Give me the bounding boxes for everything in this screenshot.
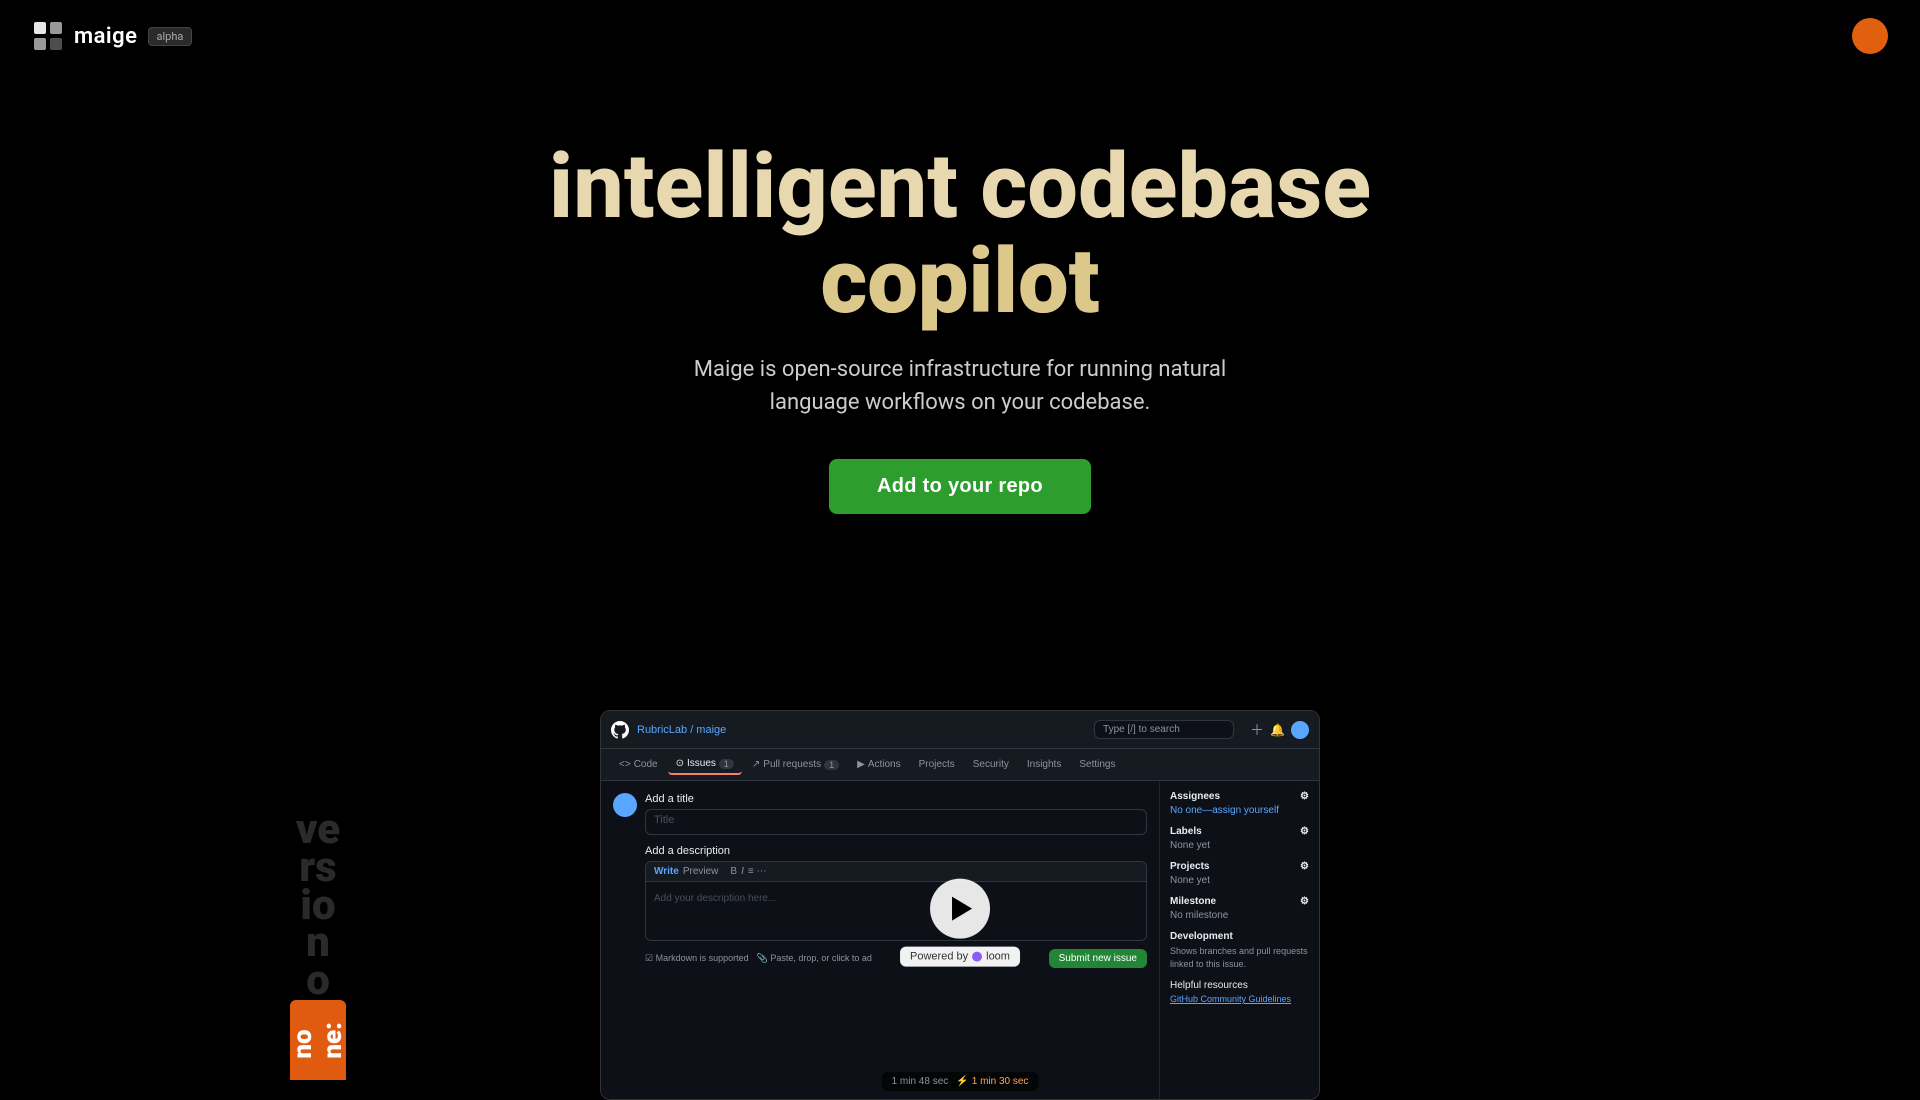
logo-text: maige — [74, 24, 138, 49]
logo-area: maige alpha — [32, 20, 192, 52]
gh-add-description-label: Add a description — [645, 845, 1147, 857]
timer2-fast: ⚡ 1 min 30 sec — [956, 1076, 1028, 1087]
gh-tab-pullrequests[interactable]: ↗ Pull requests 1 — [744, 755, 847, 774]
hero-title: intelligent codebase copilot — [549, 140, 1371, 329]
gh-paste-note: 📎 Paste, drop, or click to ad — [757, 953, 872, 964]
gh-bottom-bar: ☑ Markdown is supported 📎 Paste, drop, o… — [645, 945, 1147, 972]
gh-issue-title-section: Add a title Title — [613, 793, 1147, 835]
play-icon — [952, 897, 972, 921]
video-overlay: Powered by loom — [900, 879, 1020, 967]
gh-development-text: Shows branches and pull requests linked … — [1170, 945, 1309, 970]
avatar[interactable] — [1852, 18, 1888, 54]
gh-issue-avatar — [613, 793, 637, 817]
gh-add-title-label: Add a title — [645, 793, 1147, 805]
gh-assignees-value: No one—assign yourself — [1170, 805, 1309, 816]
timer1: 1 min 48 sec — [892, 1076, 949, 1087]
gh-assignees-gear-icon[interactable]: ⚙ — [1300, 791, 1309, 802]
gh-sidebar-development: Development Shows branches and pull requ… — [1170, 931, 1309, 970]
gh-editor-placeholder: Add your description here... — [654, 893, 776, 904]
demo-screenshot: RubricLab / maige Type [/] to search ＋ 🔔… — [600, 710, 1320, 1100]
timer2-value: 1 min 30 sec — [972, 1076, 1029, 1087]
loom-icon — [972, 952, 982, 962]
gh-write-tab[interactable]: Write — [654, 866, 679, 877]
gh-labels-label: Labels ⚙ — [1170, 826, 1309, 837]
gh-tab-settings[interactable]: Settings — [1071, 755, 1123, 774]
gh-title-input[interactable]: Title — [645, 809, 1147, 835]
gh-submit-issue-button[interactable]: Submit new issue — [1049, 949, 1147, 968]
gh-tabs: <> Code ⊙ Issues 1 ↗ Pull requests 1 ▶ A… — [601, 749, 1319, 781]
hero-section: intelligent codebase copilot Maige is op… — [0, 0, 1920, 514]
navbar: maige alpha — [0, 0, 1920, 72]
code-icon: <> — [619, 759, 631, 770]
gh-topbar: RubricLab / maige Type [/] to search ＋ 🔔 — [601, 711, 1319, 749]
timer-bars: 1 min 48 sec ⚡ 1 min 30 sec — [882, 1072, 1039, 1091]
gh-format-italic[interactable]: I — [741, 866, 744, 877]
gh-milestone-value: No milestone — [1170, 910, 1309, 921]
alpha-badge: alpha — [148, 27, 193, 46]
gh-tab-actions[interactable]: ▶ Actions — [849, 755, 909, 774]
gh-sidebar-labels: Labels ⚙ None yet — [1170, 826, 1309, 851]
gh-community-guidelines-link[interactable]: GitHub Community Guidelines — [1170, 994, 1291, 1004]
gh-projects-label: Projects ⚙ — [1170, 861, 1309, 872]
gh-preview-tab[interactable]: Preview — [683, 866, 719, 877]
gh-helpful-label: Helpful resources — [1170, 980, 1309, 991]
github-mock: RubricLab / maige Type [/] to search ＋ 🔔… — [601, 711, 1319, 1099]
gh-labels-value: None yet — [1170, 840, 1309, 851]
gh-breadcrumb-text: RubricLab / maige — [637, 724, 726, 736]
gh-format-more[interactable]: ≡ ⋯ — [748, 866, 767, 877]
gh-sidebar-projects: Projects ⚙ None yet — [1170, 861, 1309, 886]
gh-milestone-gear-icon[interactable]: ⚙ — [1300, 896, 1309, 907]
gh-editor[interactable]: Add your description here... — [645, 881, 1147, 941]
version-orange-block: none: — [290, 1000, 346, 1080]
gh-search-box[interactable]: Type [/] to search — [1094, 720, 1234, 739]
hero-title-line1: intelligent codebase — [549, 134, 1371, 239]
gh-tab-insights[interactable]: Insights — [1019, 755, 1069, 774]
gh-tab-issues[interactable]: ⊙ Issues 1 — [668, 754, 742, 775]
gh-milestone-label: Milestone ⚙ — [1170, 896, 1309, 907]
gh-description-section: Add a description Write Preview B I ≡ ⋯ … — [645, 845, 1147, 972]
hero-subtitle: Maige is open-source infrastructure for … — [650, 353, 1270, 419]
notifications-icon[interactable]: 🔔 — [1270, 723, 1285, 737]
gh-tab-code[interactable]: <> Code — [611, 755, 666, 774]
powered-by-text: Powered by — [910, 951, 968, 963]
gh-editor-toolbar: Write Preview B I ≡ ⋯ — [645, 861, 1147, 881]
gh-sidebar-milestone: Milestone ⚙ No milestone — [1170, 896, 1309, 921]
powered-by-badge: Powered by loom — [900, 947, 1020, 967]
gh-user-avatar[interactable] — [1291, 721, 1309, 739]
gh-sidebar: Assignees ⚙ No one—assign yourself Label… — [1159, 781, 1319, 1099]
pr-icon: ↗ — [752, 759, 760, 770]
gh-labels-gear-icon[interactable]: ⚙ — [1300, 826, 1309, 837]
loom-label: loom — [986, 951, 1010, 963]
gh-assignees-label: Assignees ⚙ — [1170, 791, 1309, 802]
gh-development-label: Development — [1170, 931, 1309, 942]
gh-sidebar-assignees: Assignees ⚙ No one—assign yourself — [1170, 791, 1309, 816]
gh-tab-projects[interactable]: Projects — [911, 755, 963, 774]
gh-sidebar-helpful: Helpful resources GitHub Community Guide… — [1170, 980, 1309, 1004]
gh-markdown-note: ☑ Markdown is supported — [645, 953, 749, 964]
gh-title-placeholder: Title — [654, 814, 674, 826]
github-logo-icon — [611, 721, 629, 739]
gh-tab-security[interactable]: Security — [965, 755, 1017, 774]
logo-icon — [32, 20, 64, 52]
gh-format-bold[interactable]: B — [730, 866, 737, 877]
add-to-repo-button[interactable]: Add to your repo — [829, 459, 1091, 514]
lightning-icon: ⚡ — [956, 1076, 968, 1087]
version-ribbon: versiono none: — [290, 811, 346, 1080]
gh-search-text: Type [/] to search — [1103, 724, 1180, 735]
gh-projects-gear-icon[interactable]: ⚙ — [1300, 861, 1309, 872]
actions-icon: ▶ — [857, 759, 865, 770]
version-text: versiono — [296, 811, 340, 1000]
play-button[interactable] — [930, 879, 990, 939]
version-orange-text: none: — [288, 1022, 348, 1059]
plus-icon[interactable]: ＋ — [1250, 720, 1264, 740]
gh-breadcrumb: RubricLab / maige — [637, 724, 726, 736]
gh-main: Add a title Title Add a description Writ… — [601, 781, 1159, 1099]
hero-title-line2: copilot — [820, 229, 1099, 334]
gh-projects-value: None yet — [1170, 875, 1309, 886]
issue-icon: ⊙ — [676, 758, 684, 769]
